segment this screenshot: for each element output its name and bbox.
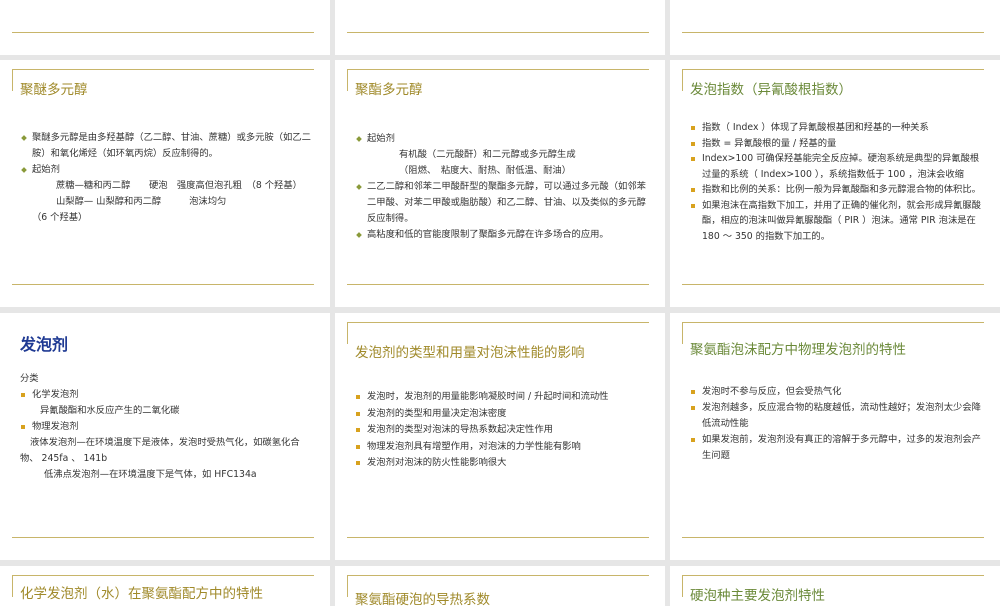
slide-frame-left: [12, 575, 13, 597]
bullet-item: 二乙二醇和邻苯二甲酸酐型的聚酯多元醇，可以通过多元酸（如邻苯二甲酸、对苯二甲酸或…: [355, 179, 649, 227]
slide-blowing-agent: 发泡剂 分类 化学发泡剂 异氰酸酯和水反应产生的二氧化碳 物理发泡剂 液体发泡剂…: [0, 313, 330, 560]
slide-frame-top: [12, 69, 314, 70]
slide-3: [670, 0, 1000, 55]
slide-foaming-index: 发泡指数（异氰酸根指数） 指数（ Index ）体现了异氰酸根基团和羟基的一种关…: [670, 60, 1000, 307]
slide-frame-top: [682, 575, 984, 576]
slide-2: [335, 0, 665, 55]
slide-divider: [347, 32, 649, 33]
bullet-item: 如果发泡前，发泡剂没有真正的溶解于多元醇中，过多的发泡剂会产生问题: [690, 432, 984, 464]
slide-divider: [347, 284, 649, 285]
bullet-item: Index>100 可确保羟基能完全反应掉。硬泡系统是典型的异氰酸根过量的系统（…: [690, 151, 984, 182]
bullet-item: 发泡时，发泡剂的用量能影响凝胶时间 / 升起时间和流动性: [355, 389, 649, 406]
bullet-item: 物理发泡剂具有增塑作用，对泡沫的力学性能有影响: [355, 439, 649, 456]
slide-frame-top: [682, 322, 984, 323]
slide-body: 分类 化学发泡剂 异氰酸酯和水反应产生的二氧化碳 物理发泡剂 液体发泡剂—在环境…: [20, 371, 314, 483]
slide-thermal-conductivity: 聚氨酯硬泡的导热系数: [335, 566, 665, 606]
slide-frame-top: [12, 575, 314, 576]
slide-chemical-blowing-agent: 化学发泡剂（水）在聚氨酯配方中的特性: [0, 566, 330, 606]
slide-title: 发泡剂: [20, 335, 69, 354]
bullet-item: 高粘度和低的官能度限制了聚酯多元醇在许多场合的应用。: [355, 227, 649, 243]
slide-frame-top: [682, 69, 984, 70]
slide-body: 起始剂 有机酸（二元酸酐）和二元醇或多元醇生成 （阻燃、 粘度大、耐热、耐低温、…: [355, 131, 649, 243]
bullet-item: 物理发泡剂: [20, 419, 314, 435]
slide-divider: [347, 537, 649, 538]
slide-title: 聚氨酯硬泡的导热系数: [355, 592, 490, 606]
text-line: 异氰酸酯和水反应产生的二氧化碳: [40, 405, 180, 416]
slide-frame-left: [12, 69, 13, 91]
slide-body: 发泡时，发泡剂的用量能影响凝胶时间 / 升起时间和流动性 发泡剂的类型和用量决定…: [355, 389, 649, 472]
slide-divider: [12, 537, 314, 538]
bullet-item: 发泡剂的类型对泡沫的导热系数起决定性作用: [355, 422, 649, 439]
slide-frame-top: [347, 575, 649, 576]
text-line: 山梨醇— 山梨醇和丙二醇 泡沫均匀: [56, 196, 227, 207]
slide-blowing-agent-effects: 发泡剂的类型和用量对泡沫性能的影响 发泡时，发泡剂的用量能影响凝胶时间 / 升起…: [335, 313, 665, 560]
slide-divider: [12, 32, 314, 33]
bullet-item: 聚醚多元醇是由多羟基醇（乙二醇、甘油、蔗糖）或多元胺（如乙二胺）和氧化烯烃（如环…: [20, 130, 314, 162]
slide-frame-left: [682, 575, 683, 597]
slide-title: 化学发泡剂（水）在聚氨酯配方中的特性: [20, 586, 263, 602]
slide-title: 聚酯多元醇: [355, 82, 423, 98]
bullet-item: 指数和比例的关系：比例一般为异氰酸酯和多元醇混合物的体积比。: [690, 182, 984, 198]
slide-polyether-polyol: 聚醚多元醇 聚醚多元醇是由多羟基醇（乙二醇、甘油、蔗糖）或多元胺（如乙二胺）和氧…: [0, 60, 330, 307]
bullet-item: 指数 = 异氰酸根的量 / 羟基的量: [690, 136, 984, 152]
bullet-item: 指数（ Index ）体现了异氰酸根基团和羟基的一种关系: [690, 120, 984, 136]
slide-body: 聚醚多元醇是由多羟基醇（乙二醇、甘油、蔗糖）或多元胺（如乙二胺）和氧化烯烃（如环…: [20, 130, 314, 226]
section-label: 分类: [20, 373, 39, 384]
slide-frame-left: [347, 575, 348, 597]
slide-title: 聚氨酯泡沫配方中物理发泡剂的特性: [690, 342, 906, 358]
text-line: （阻燃、 粘度大、耐热、耐低温、耐油）: [399, 165, 571, 176]
text-line: 液体发泡剂—在环境温度下是液体，发泡时受热气化，如碳氢化合物、 245fa 、 …: [20, 437, 300, 464]
bullet-item: 发泡剂越多，反应混合物的粘度越低，流动性越好；发泡剂太少会降低流动性能: [690, 400, 984, 432]
slide-divider: [682, 32, 984, 33]
slide-title: 硬泡种主要发泡剂特性: [690, 588, 825, 604]
slide-frame-left: [682, 322, 683, 344]
bullet-item: 起始剂: [20, 162, 314, 178]
slide-polyester-polyol: 聚酯多元醇 起始剂 有机酸（二元酸酐）和二元醇或多元醇生成 （阻燃、 粘度大、耐…: [335, 60, 665, 307]
slide-title: 聚醚多元醇: [20, 82, 88, 98]
slide-main-blowing-agents: 硬泡种主要发泡剂特性: [670, 566, 1000, 606]
bullet-item: 化学发泡剂: [20, 387, 314, 403]
bullet-item: 发泡剂对泡沫的防火性能影响很大: [355, 455, 649, 472]
text-line: 有机酸（二元酸酐）和二元醇或多元醇生成: [399, 149, 576, 160]
slide-divider: [682, 284, 984, 285]
slide-divider: [12, 284, 314, 285]
text-line: 低沸点发泡剂—在环境温度下是气体，如 HFC134a: [44, 469, 257, 480]
slide-title: 发泡剂的类型和用量对泡沫性能的影响: [355, 345, 585, 361]
bullet-item: 发泡剂的类型和用量决定泡沫密度: [355, 406, 649, 423]
slide-1: [0, 0, 330, 55]
bullet-item: 发泡时不参与反应，但会受热气化: [690, 384, 984, 400]
slide-body: 指数（ Index ）体现了异氰酸根基团和羟基的一种关系 指数 = 异氰酸根的量…: [690, 120, 984, 244]
text-line: 蔗糖—糖和丙二醇 硬泡 强度高但泡孔粗 （8 个羟基）: [56, 180, 302, 191]
slide-title: 发泡指数（异氰酸根指数）: [690, 82, 852, 98]
slide-frame-top: [347, 69, 649, 70]
slide-physical-blowing-agent: 聚氨酯泡沫配方中物理发泡剂的特性 发泡时不参与反应，但会受热气化 发泡剂越多，反…: [670, 313, 1000, 560]
slide-frame-top: [347, 322, 649, 323]
slide-frame-left: [347, 322, 348, 344]
slide-frame-left: [347, 69, 348, 91]
bullet-item: 起始剂: [355, 131, 649, 147]
text-line: （6 个羟基）: [32, 212, 88, 223]
bullet-item: 如果泡沫在高指数下加工，并用了正确的催化剂，就会形成异氰脲酸酯，相应的泡沫叫做异…: [690, 198, 984, 245]
slide-frame-left: [682, 69, 683, 91]
slide-body: 发泡时不参与反应，但会受热气化 发泡剂越多，反应混合物的粘度越低，流动性越好；发…: [690, 384, 984, 464]
slide-divider: [682, 537, 984, 538]
